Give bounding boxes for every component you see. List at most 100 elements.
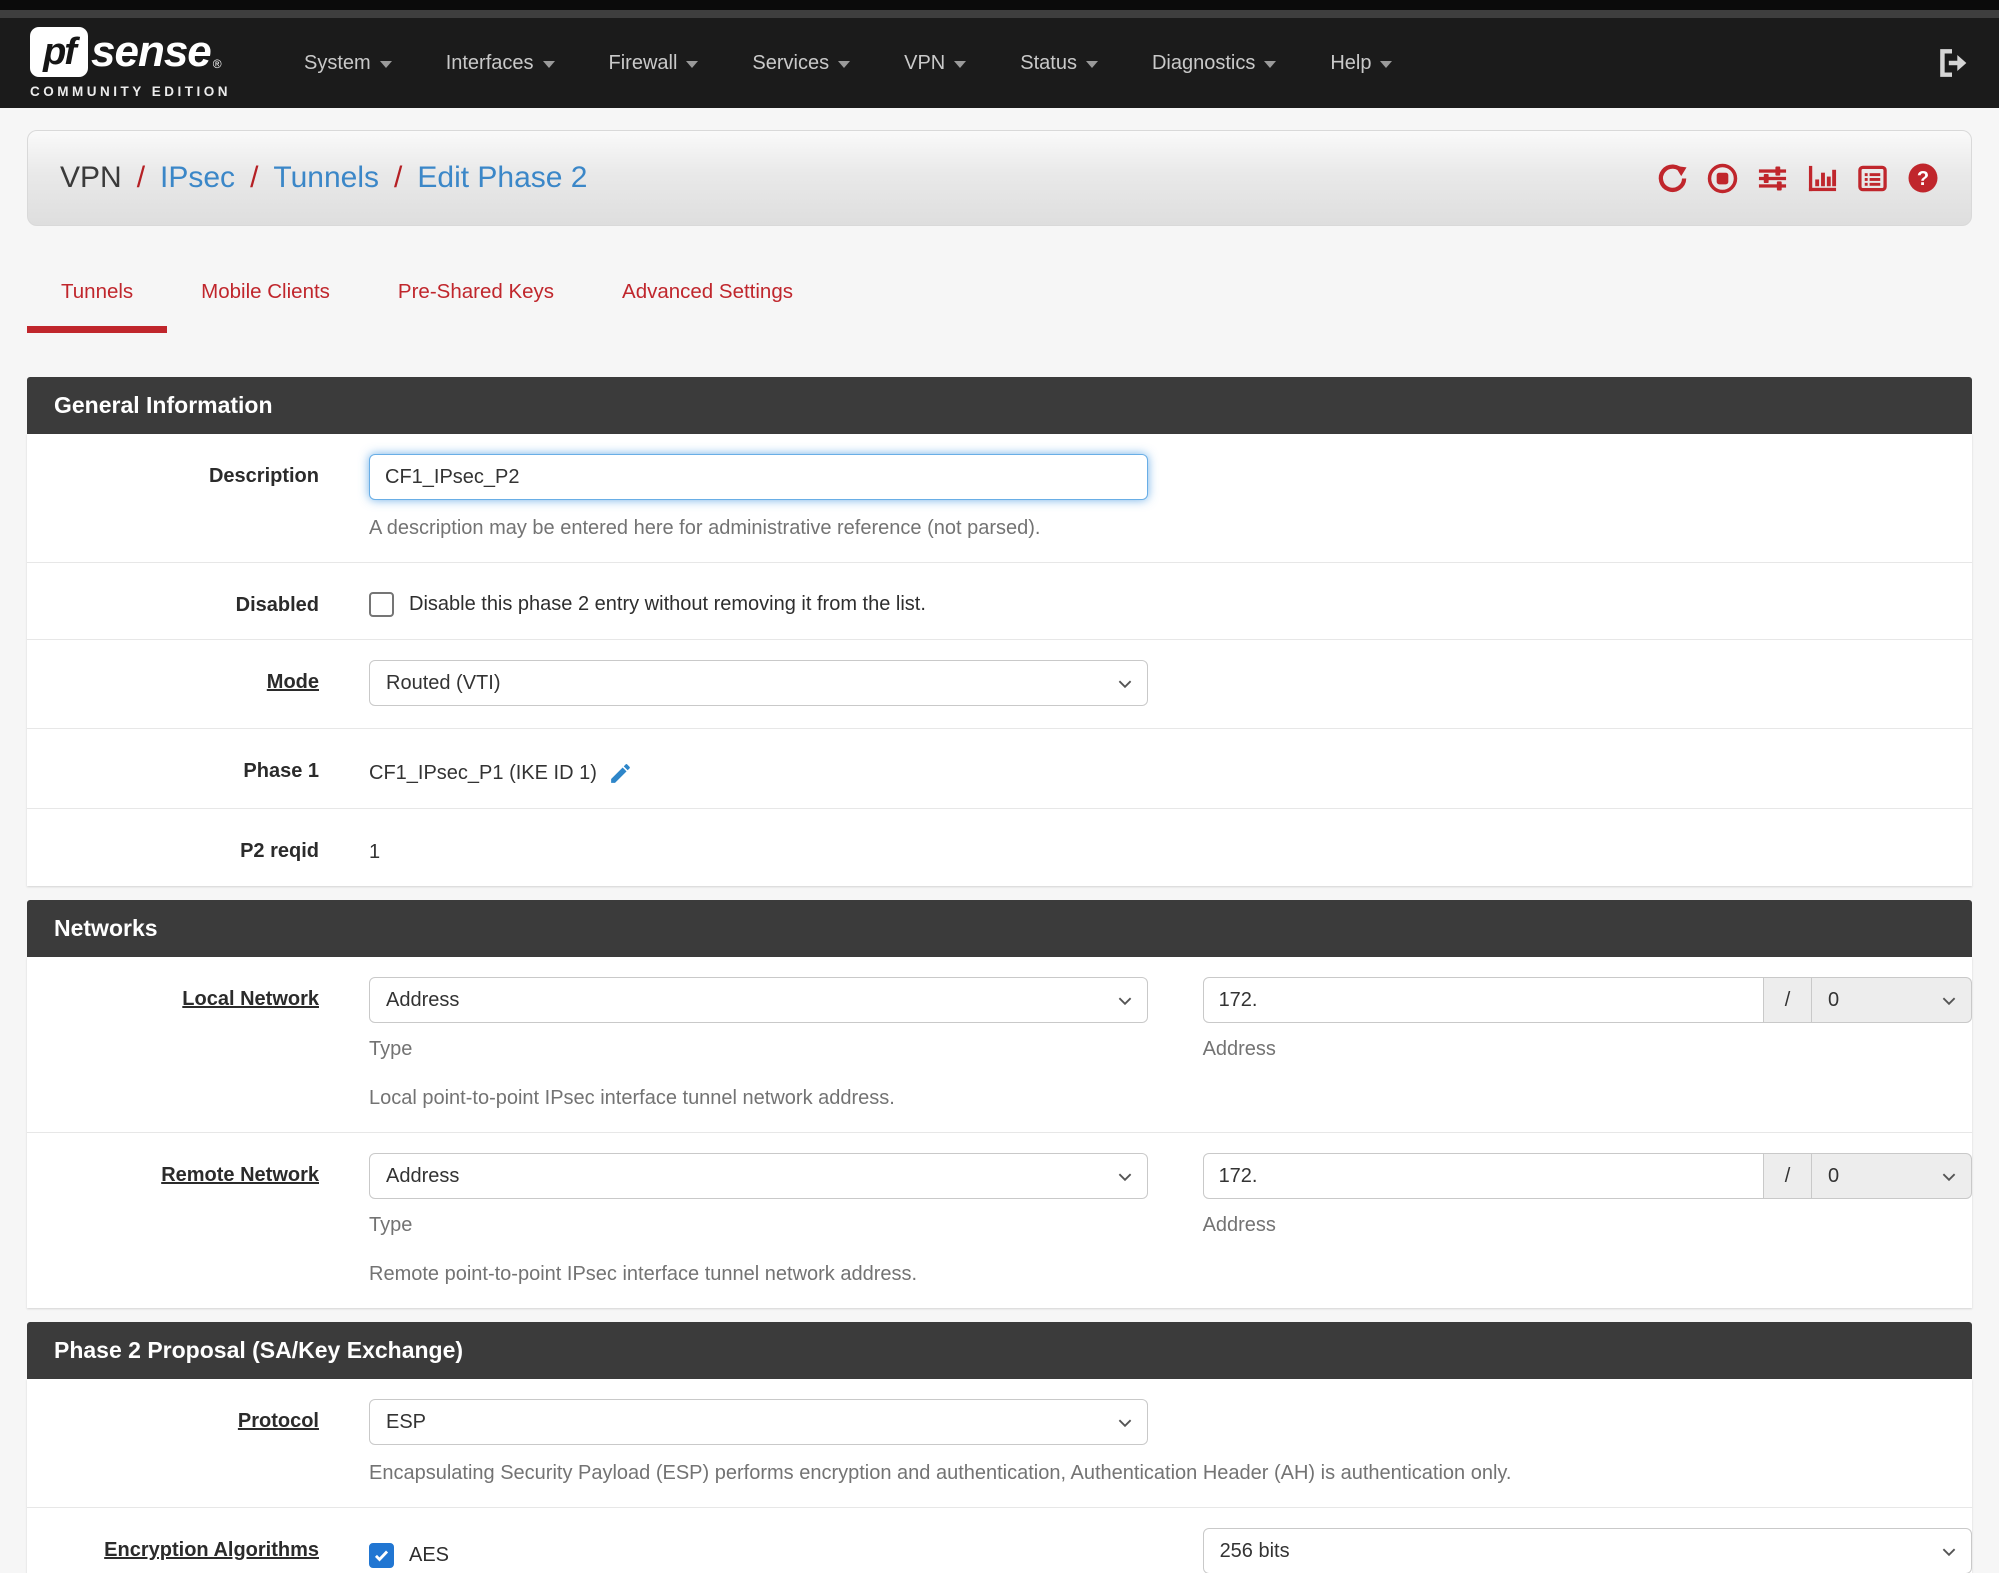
page-action-icons: ?	[1657, 162, 1939, 194]
disabled-checkbox[interactable]	[369, 592, 394, 617]
sliders-icon[interactable]	[1757, 163, 1788, 194]
chevron-down-icon	[1940, 992, 1958, 1010]
disabled-row: Disabled Disable this phase 2 entry with…	[27, 562, 1972, 639]
tab-advanced-settings[interactable]: Advanced Settings	[588, 266, 827, 333]
protocol-label: Protocol	[237, 1410, 319, 1432]
logo-sense-text: sense	[91, 27, 212, 76]
remote-network-help: Remote point-to-point IPsec interface tu…	[369, 1263, 918, 1285]
mode-select[interactable]: Routed (VTI)	[369, 660, 1149, 706]
aes-bits-select[interactable]: 256 bits	[1202, 1528, 1972, 1573]
disabled-checkbox-label[interactable]: Disable this phase 2 entry without remov…	[409, 593, 926, 616]
description-input[interactable]	[369, 454, 1149, 500]
window-top-strip-2	[0, 10, 1999, 18]
local-network-row: Local Network Address Type /	[27, 957, 1972, 1132]
chevron-down-icon	[379, 61, 392, 68]
protocol-help: Encapsulating Security Payload (ESP) per…	[369, 1462, 1512, 1484]
help-icon[interactable]: ?	[1907, 162, 1939, 194]
nav-item-system[interactable]: System	[277, 52, 419, 75]
tab-pre-shared-keys[interactable]: Pre-Shared Keys	[364, 266, 588, 333]
networks-panel: Networks Local Network Address Type 172.…	[27, 900, 1972, 1308]
mode-row: Mode Routed (VTI)	[27, 639, 1972, 728]
description-help: A description may be entered here for ad…	[369, 517, 1041, 539]
navbar: pf sense ® COMMUNITY EDITION System Inte…	[0, 18, 1999, 108]
remote-network-label: Remote Network	[161, 1164, 319, 1186]
protocol-select[interactable]: ESP	[369, 1399, 1149, 1445]
chevron-down-icon	[1940, 1543, 1958, 1561]
logout-icon[interactable]	[1935, 46, 1969, 80]
remote-network-address-input[interactable]	[1202, 1153, 1764, 1199]
chevron-down-icon	[838, 61, 851, 68]
ipsec-tabs: Tunnels Mobile Clients Pre-Shared Keys A…	[27, 266, 1972, 333]
registered-mark: ®	[212, 57, 222, 71]
p2reqid-label: P2 reqid	[240, 840, 319, 862]
edit-pencil-icon[interactable]	[608, 761, 633, 786]
pf-logo-box: pf	[30, 27, 88, 77]
p2reqid-row: P2 reqid 1	[27, 808, 1972, 886]
p2reqid-value: 1	[369, 841, 381, 863]
nav-item-diagnostics[interactable]: Diagnostics	[1125, 52, 1303, 75]
nav-item-firewall[interactable]: Firewall	[582, 52, 726, 75]
description-row: Description A description may be entered…	[27, 434, 1972, 562]
nav-menu: System Interfaces Firewall Services VPN …	[277, 52, 1419, 75]
stop-circle-icon[interactable]	[1707, 163, 1738, 194]
mask-separator: /	[1764, 977, 1812, 1023]
encryption-aes-row: Encryption Algorithms AES 256 bits	[27, 1507, 1972, 1573]
remote-network-mask-select[interactable]: 0	[1812, 1153, 1972, 1199]
breadcrumb-separator: /	[250, 161, 259, 194]
refresh-icon[interactable]	[1657, 163, 1688, 194]
section-header-general: General Information	[27, 377, 1972, 434]
breadcrumb-vpn: VPN	[60, 161, 122, 194]
local-network-mask-select[interactable]: 0	[1812, 977, 1972, 1023]
breadcrumb-edit-phase-2[interactable]: Edit Phase 2	[417, 161, 587, 195]
nav-item-interfaces[interactable]: Interfaces	[419, 52, 582, 75]
breadcrumb-ipsec[interactable]: IPsec	[160, 161, 235, 195]
breadcrumb-separator: /	[394, 161, 403, 194]
chevron-down-icon	[1116, 675, 1134, 693]
mask-separator: /	[1764, 1153, 1812, 1199]
chevron-down-icon	[1380, 61, 1393, 68]
logo-subtitle: COMMUNITY EDITION	[30, 84, 231, 99]
chevron-down-icon	[1116, 1168, 1134, 1186]
breadcrumb-panel: VPN / IPsec / Tunnels / Edit Phase 2 ?	[27, 130, 1972, 226]
section-header-proposal: Phase 2 Proposal (SA/Key Exchange)	[27, 1322, 1972, 1379]
local-network-address-sublabel: Address	[1202, 1038, 1276, 1060]
local-network-type-sublabel: Type	[369, 1038, 413, 1060]
chevron-down-icon	[1085, 61, 1098, 68]
breadcrumb-tunnels[interactable]: Tunnels	[273, 161, 379, 195]
nav-item-vpn[interactable]: VPN	[877, 52, 993, 75]
mode-label: Mode	[266, 671, 319, 693]
aes-checkbox-label[interactable]: AES	[409, 1544, 449, 1567]
chevron-down-icon	[1264, 61, 1277, 68]
general-information-panel: General Information Description A descri…	[27, 377, 1972, 886]
breadcrumb: VPN / IPsec / Tunnels / Edit Phase 2	[60, 161, 588, 195]
local-network-address-input[interactable]	[1202, 977, 1764, 1023]
nav-item-status[interactable]: Status	[993, 52, 1125, 75]
phase2-proposal-panel: Phase 2 Proposal (SA/Key Exchange) Proto…	[27, 1322, 1972, 1573]
svg-text:?: ?	[1917, 168, 1929, 190]
section-header-networks: Networks	[27, 900, 1972, 957]
chevron-down-icon	[1116, 992, 1134, 1010]
chevron-down-icon	[686, 61, 699, 68]
aes-checkbox[interactable]	[369, 1543, 394, 1568]
pfsense-logo[interactable]: pf sense ® COMMUNITY EDITION	[30, 27, 231, 99]
chevron-down-icon	[954, 61, 967, 68]
remote-network-type-sublabel: Type	[369, 1214, 413, 1236]
nav-item-help[interactable]: Help	[1303, 52, 1419, 75]
nav-item-services[interactable]: Services	[725, 52, 877, 75]
chevron-down-icon	[542, 61, 555, 68]
bar-chart-icon[interactable]	[1807, 163, 1838, 194]
remote-network-type-select[interactable]: Address	[369, 1153, 1149, 1199]
phase1-row: Phase 1 CF1_IPsec_P1 (IKE ID 1)	[27, 728, 1972, 808]
window-top-strip	[0, 0, 1999, 10]
chevron-down-icon	[1116, 1414, 1134, 1432]
remote-network-row: Remote Network Address Type /	[27, 1132, 1972, 1308]
tab-mobile-clients[interactable]: Mobile Clients	[167, 266, 364, 333]
local-network-type-select[interactable]: Address	[369, 977, 1149, 1023]
description-label: Description	[208, 465, 319, 487]
list-icon[interactable]	[1857, 163, 1888, 194]
tab-tunnels[interactable]: Tunnels	[27, 266, 168, 333]
protocol-row: Protocol ESP Encapsulating Security Payl…	[27, 1379, 1972, 1507]
chevron-down-icon	[1940, 1168, 1958, 1186]
breadcrumb-separator: /	[136, 161, 146, 194]
disabled-label: Disabled	[235, 594, 319, 616]
